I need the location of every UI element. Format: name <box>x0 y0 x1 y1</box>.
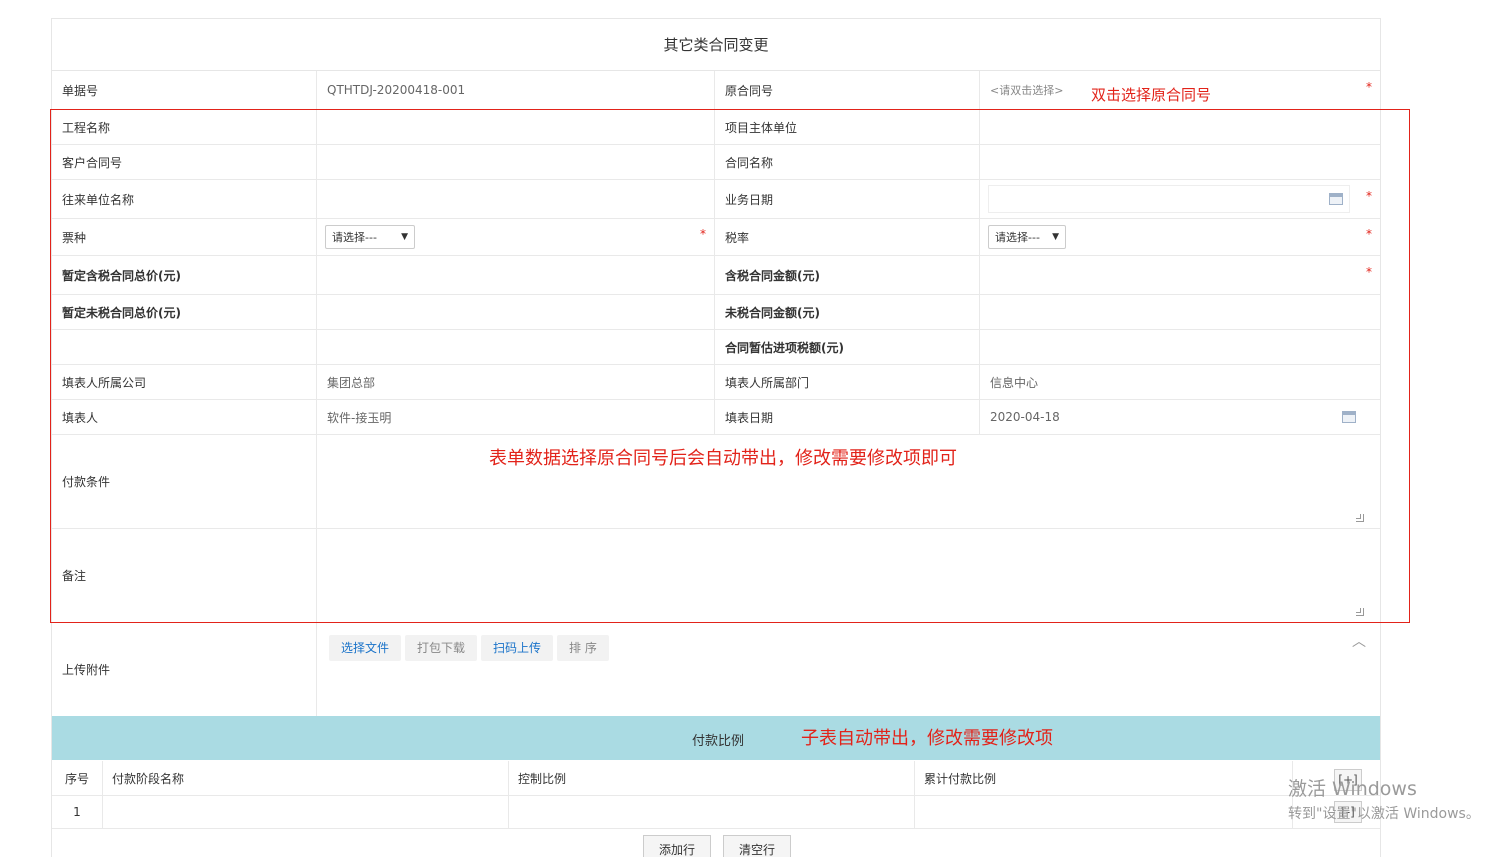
add-row-button[interactable]: 添加行 <box>643 835 712 857</box>
required-mark: * <box>1366 189 1372 203</box>
row-customer-contract: 客户合同号 合同名称 <box>52 145 1380 180</box>
sort-button[interactable]: 排 序 <box>557 635 609 661</box>
remarks-label: 备注 <box>52 529 317 622</box>
required-mark: * <box>1366 227 1372 241</box>
row-partner: 往来单位名称 业务日期 * <box>52 180 1380 219</box>
pack-download-button[interactable]: 打包下载 <box>405 635 478 661</box>
project-owner-field[interactable] <box>980 110 1380 144</box>
required-mark: * <box>1366 265 1372 279</box>
customer-contract-field[interactable] <box>317 145 715 179</box>
form-title: 其它类合同变更 <box>52 19 1380 71</box>
calendar-icon[interactable] <box>1329 193 1343 205</box>
empty-label <box>52 330 317 364</box>
watermark-line2: 转到"设置"以激活 Windows。 <box>1288 806 1480 822</box>
business-date-label: 业务日期 <box>715 180 980 218</box>
provisional-incl-field[interactable] <box>317 256 715 294</box>
row-remarks: 备注 <box>52 529 1380 623</box>
calendar-icon <box>1342 411 1356 423</box>
contract-name-label: 合同名称 <box>715 145 980 179</box>
windows-watermark: 激活 Windows 转到"设置"以激活 Windows。 <box>1288 774 1480 823</box>
partner-name-field[interactable] <box>317 180 715 218</box>
row-attachment: 上传附件 选择文件 打包下载 扫码上传 排 序 ︿ <box>52 623 1380 716</box>
filler-company-label: 填表人所属公司 <box>52 365 317 399</box>
tax-rate-cell: 请选择--- ▼ * <box>980 219 1380 255</box>
contract-change-form: 其它类合同变更 单据号 QTHTDJ-20200418-001 原合同号 <请双… <box>51 18 1381 857</box>
doc-no-value: QTHTDJ-20200418-001 <box>317 71 715 109</box>
business-date-cell: * <box>980 180 1380 218</box>
provisional-excl-label: 暂定未税合同总价(元) <box>52 295 317 329</box>
excl-amount-label: 未税合同金额(元) <box>715 295 980 329</box>
subtable-title: 付款比例 <box>692 734 745 749</box>
row-filler-org: 填表人所属公司 集团总部 填表人所属部门 信息中心 <box>52 365 1380 400</box>
col-ratio-header: 控制比例 <box>509 761 915 795</box>
project-owner-label: 项目主体单位 <box>715 110 980 144</box>
provisional-incl-label: 暂定含税合同总价(元) <box>52 256 317 294</box>
clear-row-button[interactable]: 清空行 <box>723 835 792 857</box>
col-stage-header: 付款阶段名称 <box>103 761 509 795</box>
incl-amount-label: 含税合同金额(元) <box>715 256 980 294</box>
fill-date-label: 填表日期 <box>715 400 980 434</box>
filler-dept-label: 填表人所属部门 <box>715 365 980 399</box>
chevron-down-icon: ▼ <box>401 232 408 242</box>
payment-terms-label: 付款条件 <box>52 435 317 528</box>
ticket-type-select[interactable]: 请选择--- ▼ <box>325 225 415 249</box>
remarks-textarea[interactable] <box>317 529 1380 622</box>
est-tax-field[interactable] <box>980 330 1380 364</box>
table-row: 1 [-] <box>52 796 1380 829</box>
row-ticket: 票种 请选择--- ▼ * 税率 请选择--- ▼ * <box>52 219 1380 256</box>
project-name-label: 工程名称 <box>52 110 317 144</box>
tax-rate-select[interactable]: 请选择--- ▼ <box>988 225 1066 249</box>
contract-name-field[interactable] <box>980 145 1380 179</box>
ratio-field[interactable] <box>509 796 915 828</box>
col-cumulative-header: 累计付款比例 <box>915 761 1293 795</box>
resize-grip-icon[interactable] <box>1356 608 1364 616</box>
customer-contract-label: 客户合同号 <box>52 145 317 179</box>
ticket-type-value: 请选择--- <box>332 231 377 244</box>
incl-amount-field[interactable]: * <box>980 256 1380 294</box>
watermark-line1: 激活 Windows <box>1288 778 1417 800</box>
filler-company-value: 集团总部 <box>317 365 715 399</box>
partner-name-label: 往来单位名称 <box>52 180 317 218</box>
row-incl-tax: 暂定含税合同总价(元) 含税合同金额(元) * <box>52 256 1380 295</box>
annotation-dblclick: 双击选择原合同号 <box>1091 86 1212 104</box>
row-est-tax: 合同暂估进项税额(元) <box>52 330 1380 365</box>
excl-amount-field[interactable] <box>980 295 1380 329</box>
attachment-label: 上传附件 <box>52 623 317 716</box>
empty-field <box>317 330 715 364</box>
row-seq: 1 <box>52 796 103 828</box>
ticket-type-cell: 请选择--- ▼ * <box>317 219 715 255</box>
resize-grip-icon[interactable] <box>1356 514 1364 522</box>
est-tax-label: 合同暂估进项税额(元) <box>715 330 980 364</box>
tax-rate-value: 请选择--- <box>995 231 1040 244</box>
col-seq-header: 序号 <box>52 761 103 795</box>
orig-contract-label: 原合同号 <box>715 71 980 109</box>
cumulative-field[interactable] <box>915 796 1293 828</box>
required-mark: * <box>1366 80 1372 94</box>
filler-value: 软件-接玉明 <box>317 400 715 434</box>
stage-name-field[interactable] <box>103 796 509 828</box>
upload-toolbar: 选择文件 打包下载 扫码上传 排 序 <box>329 635 609 661</box>
filler-label: 填表人 <box>52 400 317 434</box>
ticket-type-label: 票种 <box>52 219 317 255</box>
tax-rate-label: 税率 <box>715 219 980 255</box>
filler-dept-value: 信息中心 <box>990 375 1039 390</box>
annotation-subtable: 子表自动带出，修改需要修改项 <box>801 728 1053 749</box>
subtable-header-row: 序号 付款阶段名称 控制比例 累计付款比例 [+] <box>52 761 1380 796</box>
chevron-up-icon[interactable]: ︿ <box>1352 631 1366 651</box>
scan-upload-button[interactable]: 扫码上传 <box>481 635 554 661</box>
chevron-down-icon: ▼ <box>1052 232 1059 242</box>
fill-date-value: 2020-04-18 <box>990 410 1060 424</box>
required-mark: * <box>700 227 706 241</box>
business-date-input[interactable] <box>988 185 1350 213</box>
subtable-header-band: 付款比例 <box>52 716 1380 760</box>
doc-no-label: 单据号 <box>52 71 317 109</box>
provisional-excl-field[interactable] <box>317 295 715 329</box>
annotation-auto-fill: 表单数据选择原合同号后会自动带出，修改需要修改项即可 <box>489 448 957 469</box>
row-project: 工程名称 项目主体单位 <box>52 110 1380 145</box>
orig-contract-placeholder[interactable]: <请双击选择> <box>990 82 1063 98</box>
row-excl-tax: 暂定未税合同总价(元) 未税合同金额(元) <box>52 295 1380 330</box>
row-filler: 填表人 软件-接玉明 填表日期 2020-04-18 <box>52 400 1380 435</box>
project-name-field[interactable] <box>317 110 715 144</box>
select-file-button[interactable]: 选择文件 <box>329 635 402 661</box>
